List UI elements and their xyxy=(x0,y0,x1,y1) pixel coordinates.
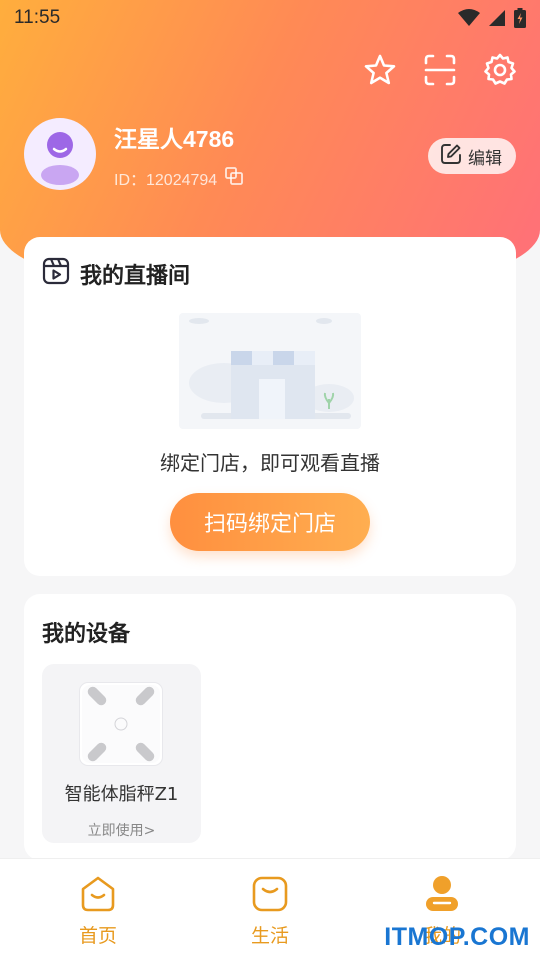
wifi-icon xyxy=(458,9,480,27)
avatar[interactable] xyxy=(24,118,96,190)
store-illustration xyxy=(179,313,361,429)
profile-id-text: ID：12024794 xyxy=(114,172,218,189)
scan-bind-store-button[interactable]: 扫码绑定门店 xyxy=(170,493,370,551)
status-time: 11:55 xyxy=(14,7,61,28)
home-face-icon xyxy=(38,873,158,915)
live-room-card: 我的直播间 绑定门店，即可观看直播 扫码绑定门店 xyxy=(24,237,516,576)
edit-label: 编辑 xyxy=(468,148,502,169)
tab-home-label: 首页 xyxy=(78,925,117,947)
live-room-title: 我的直播间 xyxy=(80,264,191,289)
tab-home[interactable]: 首页 xyxy=(38,873,158,948)
settings-icon[interactable] xyxy=(482,52,518,88)
profile-name: 汪星人4786 xyxy=(114,126,235,152)
devices-title: 我的设备 xyxy=(42,622,131,647)
live-room-hint: 绑定门店，即可观看直播 xyxy=(160,451,380,475)
device-use-link[interactable]: 立即使用> xyxy=(42,820,201,840)
watermark-text: ITMOP.COM xyxy=(384,923,530,951)
device-card[interactable]: 智能体脂秤Z1 立即使用> xyxy=(42,664,201,843)
devices-card: 我的设备 智能体脂秤Z1 立即使用> xyxy=(24,594,516,860)
profile-section: 汪星人4786 ID：12024794 编辑 xyxy=(24,118,516,190)
mine-person-icon xyxy=(382,873,502,915)
tab-life[interactable]: 生活 xyxy=(210,873,330,948)
live-video-icon xyxy=(42,257,70,291)
edit-profile-button[interactable]: 编辑 xyxy=(428,138,516,174)
battery-icon xyxy=(514,8,526,28)
scan-icon[interactable] xyxy=(422,52,458,88)
copy-icon[interactable] xyxy=(225,166,244,190)
star-icon[interactable] xyxy=(362,52,398,88)
header-actions xyxy=(362,52,518,88)
device-name: 智能体脂秤Z1 xyxy=(64,784,179,805)
profile-id: ID：12024794 xyxy=(114,166,244,190)
scale-image xyxy=(80,683,162,765)
status-bar: 11:55 xyxy=(0,0,540,36)
edit-icon xyxy=(440,143,462,170)
signal-icon xyxy=(488,9,506,27)
tab-life-label: 生活 xyxy=(250,925,289,947)
life-face-icon xyxy=(210,873,330,915)
